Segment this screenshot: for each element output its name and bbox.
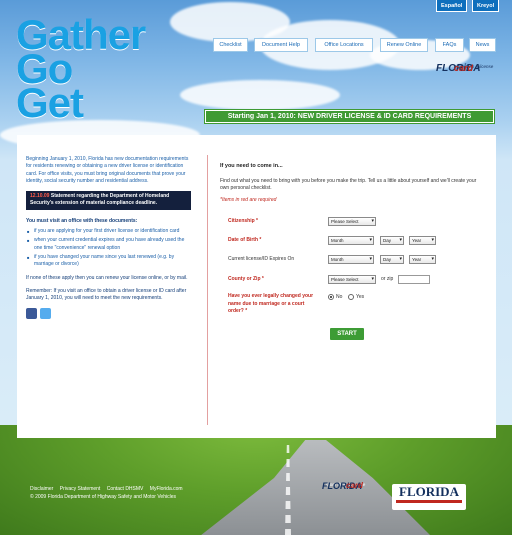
list-item: when your current credential expires and… [26,237,191,252]
alert-date: 12.10.09 [30,193,50,200]
social-icons [26,308,191,320]
expire-day-select[interactable]: Day [380,255,404,264]
lang-kreyol-link[interactable]: Kreyol [472,0,500,12]
citizenship-label: Citizenship * [228,218,259,224]
myflorida-link[interactable]: MyFlorida.com [150,486,183,492]
find-out-text: Find out what you need to bring with you… [220,178,477,191]
contact-link[interactable]: Contact DHSMV [107,486,144,492]
column-divider [207,155,208,425]
expire-label: Current license/ID Expires On [228,256,295,262]
dob-day-select[interactable]: Day [380,236,404,245]
yes-label: Yes [356,294,365,300]
no-radio[interactable] [328,294,334,300]
yes-radio[interactable] [348,294,354,300]
citizenship-select[interactable]: Please Select [328,217,376,226]
seal-stripe [396,500,462,503]
expire-day-value: Day [383,257,392,262]
nav-renew-online[interactable]: Renew Online [380,38,428,52]
nav-faqs[interactable]: FAQs [435,38,464,52]
expire-year-value: Year [412,257,422,262]
lang-espanol-link[interactable]: Español [436,0,468,12]
logo-line-get: Get [16,79,84,126]
left-column: Beginning January 1, 2010, Florida has n… [26,156,191,320]
county-label: County or Zip * [228,276,264,282]
footer: Disclaimer Privacy Statement Contact DHS… [30,485,188,501]
site-logo[interactable]: Gather Go Get [16,14,146,126]
start-button[interactable]: START [330,328,364,340]
privacy-link[interactable]: Privacy Statement [60,486,101,492]
twitter-icon[interactable] [40,308,51,320]
florida-card-logo: FLORiDA card more than a license [436,63,496,74]
dob-month-value: Month [331,238,344,243]
citizenship-value: Please Select [331,219,359,224]
nav-office-locations[interactable]: Office Locations [315,38,373,52]
nav-checklist[interactable]: Checklist [213,38,248,52]
list-item: if you are applying for your first drive… [26,228,191,236]
dhs-alert[interactable]: 12.10.09 Statement regarding the Departm… [26,191,191,210]
expire-month-select[interactable]: Month [328,255,374,264]
nav-document-help[interactable]: Document Help [254,38,308,52]
remember-text: Remember: If you visit an office to obta… [26,287,187,302]
radio-dot [330,296,332,298]
copyright: © 2009 Florida Department of Highway Saf… [30,494,176,500]
no-label: No [336,294,343,300]
need-heading: If you need to come in... [220,163,283,169]
nav-news[interactable]: News [469,38,496,52]
right-column: If you need to come in... Find out what … [220,163,482,204]
county-value: Please Select [331,277,359,282]
facebook-icon[interactable] [26,308,37,320]
dob-year-value: Year [412,238,422,243]
alert-text: Statement regarding the Department of Ho… [30,193,170,207]
requirements-banner[interactable]: Starting Jan 1, 2010: NEW DRIVER LICENSE… [205,110,494,123]
footer-brand-card: card [346,481,363,490]
or-zip-label: or zip [381,276,394,282]
list-item: if you have changed your name since you … [26,254,191,269]
county-select[interactable]: Please Select [328,275,376,284]
intro-text: Beginning January 1, 2010, Florida has n… [26,156,189,184]
none-apply-text: If none of these apply then you can rene… [26,274,188,281]
main-panel: Beginning January 1, 2010, Florida has n… [17,135,496,438]
name-change-label: Have you ever legally changed your name … [228,293,314,314]
seal-text: FLORIDA [399,484,459,499]
visit-heading: You must visit an office with these docu… [26,217,138,224]
zip-input[interactable] [398,275,430,284]
dob-label: Date of Birth * [228,237,262,243]
visit-list: if you are applying for your first drive… [26,228,191,268]
required-note: *Items in red are required [220,197,277,203]
expire-year-select[interactable]: Year [409,255,436,264]
cloud [180,80,340,110]
dob-year-select[interactable]: Year [409,236,436,245]
brand-card: card [454,63,474,73]
disclaimer-link[interactable]: Disclaimer [30,486,53,492]
footer-florida-card-logo: FLORiDA card more than a license [322,481,382,491]
dob-month-select[interactable]: Month [328,236,374,245]
florida-seal-logo: FLORIDA [392,484,466,510]
expire-month-value: Month [331,257,344,262]
dob-day-value: Day [383,238,392,243]
